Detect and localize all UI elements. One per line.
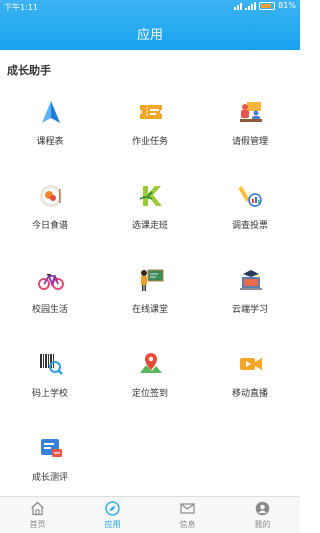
tab-home[interactable]: 首页 (0, 497, 75, 533)
letter-k-icon (138, 183, 164, 209)
app-label: 请假管理 (231, 137, 268, 147)
app-item-homework[interactable]: 作业任务 (100, 96, 200, 180)
app-label: 码上学校 (31, 389, 68, 399)
app-label: 校园生活 (31, 305, 68, 315)
bicycle-icon (38, 267, 64, 293)
food-plate-icon (38, 183, 64, 209)
app-item-school-code[interactable]: 码上学校 (0, 348, 100, 432)
navigation-triangle-icon (38, 99, 64, 125)
app-label: 调查投票 (231, 221, 268, 231)
app-item-location-signin[interactable]: 定位签到 (100, 348, 200, 432)
app-header: 下午1:11 81% 应用 (0, 0, 300, 50)
report-card-icon (38, 435, 64, 461)
teacher-blackboard-icon (138, 267, 164, 293)
tab-label: 首页 (29, 520, 46, 529)
battery-percent: 81% (278, 1, 296, 10)
signal-icon (245, 1, 257, 10)
app-label: 云端学习 (231, 305, 268, 315)
page-title: 应用 (136, 28, 163, 43)
tab-label: 我的 (254, 520, 271, 529)
tab-label: 信息 (179, 520, 196, 529)
compass-icon (105, 501, 120, 516)
app-label: 定位签到 (131, 389, 168, 399)
tab-profile[interactable]: 我的 (225, 497, 300, 533)
ticket-icon (138, 99, 164, 125)
people-meeting-icon (238, 99, 264, 125)
app-item-survey[interactable]: 调查投票 (200, 180, 300, 264)
app-item-cloud-learning[interactable]: 云端学习 (200, 264, 300, 348)
status-time: 下午1:11 (4, 3, 38, 12)
app-item-leave[interactable]: 请假管理 (200, 96, 300, 180)
app-item-campus-life[interactable]: 校园生活 (0, 264, 100, 348)
status-indicators: 81% (234, 1, 296, 10)
map-pin-icon (138, 351, 164, 377)
app-label: 选课走班 (131, 221, 168, 231)
tab-messages[interactable]: 信息 (150, 497, 225, 533)
app-item-schedule[interactable]: 课程表 (0, 96, 100, 180)
section-title: 成长助手 (7, 64, 51, 77)
battery-level (261, 3, 272, 8)
mail-icon (180, 501, 195, 516)
app-item-recipe[interactable]: 今日食谱 (0, 180, 100, 264)
video-camera-icon (238, 351, 264, 377)
app-label: 在线课堂 (131, 305, 168, 315)
battery-icon (259, 1, 276, 10)
status-bar: 下午1:11 81% (0, 0, 300, 14)
app-item-online-class[interactable]: 在线课堂 (100, 264, 200, 348)
barcode-search-icon (38, 351, 64, 377)
tab-label: 应用 (104, 520, 121, 529)
home-icon (30, 501, 45, 516)
tab-apps[interactable]: 应用 (75, 497, 150, 533)
app-label: 课程表 (36, 137, 64, 147)
wifi-icon (234, 2, 243, 10)
app-item-live-stream[interactable]: 移动直播 (200, 348, 300, 432)
app-label: 移动直播 (231, 389, 268, 399)
app-label: 成长测评 (31, 473, 68, 483)
app-item-course-selection[interactable]: 选课走班 (100, 180, 200, 264)
app-label: 作业任务 (131, 137, 168, 147)
pencil-chart-icon (238, 183, 264, 209)
bottom-nav: 首页 应用 信息 我的 (0, 496, 300, 533)
app-label: 今日食谱 (31, 221, 68, 231)
laptop-graduation-icon (238, 267, 264, 293)
user-icon (255, 501, 270, 516)
